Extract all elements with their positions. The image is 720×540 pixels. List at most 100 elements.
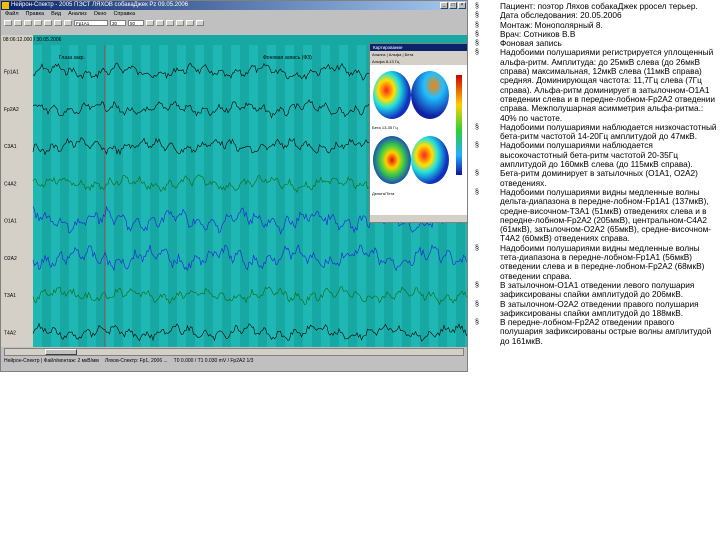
grid-band bbox=[303, 45, 312, 347]
finding-text: Бета-ритм доминирует в затылочных (О1А1,… bbox=[500, 168, 698, 188]
head-map-right-top bbox=[411, 71, 449, 119]
spectrum-button[interactable] bbox=[176, 20, 184, 26]
menu-item[interactable]: Правка bbox=[26, 10, 45, 18]
finding-item: § Надобоими полушариями наблюдается высок… bbox=[475, 141, 718, 169]
channel-label-column bbox=[1, 35, 33, 347]
channel-label[interactable]: O2A2 bbox=[4, 256, 17, 262]
menu-item[interactable]: Анализ bbox=[68, 10, 87, 18]
mapping-window-title: Картирование bbox=[370, 44, 467, 51]
brain-mapping-window[interactable]: Картирование Анализ | Альфа | Бета Альфа… bbox=[369, 43, 467, 223]
channel-label[interactable]: T3A1 bbox=[4, 293, 16, 299]
finding-text: Надобоими полушариями видны медленные во… bbox=[500, 242, 705, 281]
map-button[interactable] bbox=[166, 20, 174, 26]
finding-item: § Бета-ритм доминирует в затылочных (О1А1… bbox=[475, 168, 718, 188]
grid-band bbox=[231, 45, 240, 347]
menu-item[interactable]: Вид bbox=[51, 10, 61, 18]
head-map-right-bottom bbox=[411, 136, 449, 184]
bullet-icon: § bbox=[475, 123, 479, 131]
filter-button[interactable] bbox=[146, 20, 154, 26]
menu-item[interactable]: Файл bbox=[5, 10, 19, 18]
grid-band bbox=[249, 45, 258, 347]
channel-label[interactable]: C4A2 bbox=[4, 181, 17, 187]
finding-item: § Надобоими полушариями видны медленные в… bbox=[475, 187, 718, 244]
finding-item: § В затылочном-О1А1 отведении левого полу… bbox=[475, 279, 718, 300]
grid-band bbox=[69, 45, 78, 347]
grid-band bbox=[339, 45, 348, 347]
maximize-icon[interactable]: □ bbox=[449, 2, 457, 9]
grid-band bbox=[141, 45, 150, 347]
report-button[interactable] bbox=[186, 20, 194, 26]
finding-item: § Надобоими полушариями наблюдается низко… bbox=[475, 121, 718, 142]
channel-label[interactable]: Fp2A2 bbox=[4, 107, 19, 113]
print-button[interactable] bbox=[24, 20, 32, 26]
minimize-icon[interactable]: _ bbox=[440, 2, 448, 9]
status-area: Нейрон-Спектр | Файл/монтаж: 2 мкВ/мм Ля… bbox=[1, 347, 467, 371]
open-file-button[interactable] bbox=[4, 20, 12, 26]
annotation-eyes-closed: Глаза закр. bbox=[59, 55, 85, 61]
window-controls: _ □ × bbox=[440, 2, 466, 9]
grid-band bbox=[267, 45, 276, 347]
save-button[interactable] bbox=[14, 20, 22, 26]
menu-item[interactable]: Окно bbox=[94, 10, 107, 18]
finding-text: В затылочном-О1А1 отведении левого полуш… bbox=[500, 279, 695, 300]
amplitude-select[interactable]: 50 bbox=[128, 20, 144, 26]
bullet-icon: § bbox=[475, 244, 479, 252]
finding-item: § Надобоими полушариями регистрируется уп… bbox=[475, 47, 718, 123]
grid-band bbox=[87, 45, 96, 347]
channel-label[interactable]: O1A1 bbox=[4, 219, 17, 225]
zoom-out-button[interactable] bbox=[64, 20, 72, 26]
speed-select[interactable]: 30 bbox=[110, 20, 126, 26]
findings-list: § Пациент: поэтор Ляхов собакаДжек рросел… bbox=[468, 1, 718, 346]
app-icon bbox=[2, 2, 9, 9]
finding-text: Надобоими полушариями наблюдается низкоч… bbox=[500, 121, 717, 142]
findings-panel: § Пациент: поэтор Ляхов собакаДжек рросел… bbox=[468, 0, 720, 540]
menu-item[interactable]: Справка bbox=[113, 10, 135, 18]
bullet-icon: § bbox=[475, 170, 479, 178]
mapping-toolbar[interactable]: Анализ | Альфа | Бета bbox=[370, 51, 467, 59]
grid-band bbox=[33, 45, 42, 347]
status-mid: Ляхов-Спектр: Fp1, 2006 ... bbox=[104, 358, 168, 364]
bullet-icon: § bbox=[475, 40, 479, 48]
grid-band bbox=[123, 45, 132, 347]
color-scale-bar bbox=[456, 75, 462, 175]
finding-item: § Надобоими полушариями видны медленные в… bbox=[475, 242, 718, 281]
finding-text: В затылочном-О2А2 отведении правого полу… bbox=[500, 298, 699, 318]
toolbar: Fp1A1 30 50 bbox=[1, 18, 467, 34]
annotation-background-record: Фоновая запись (ФЗ) bbox=[263, 55, 312, 61]
channel-label[interactable]: C3A1 bbox=[4, 144, 17, 150]
bullet-icon: § bbox=[475, 30, 479, 38]
channel-label[interactable]: Fp1A1 bbox=[4, 70, 19, 76]
bullet-icon: § bbox=[475, 300, 479, 308]
montage-select[interactable]: Fp1A1 bbox=[74, 20, 108, 26]
menu-bar: Файл Правка Вид Анализ Окно Справка bbox=[1, 10, 467, 18]
bullet-icon: § bbox=[475, 21, 479, 29]
channel-label[interactable]: T4A2 bbox=[4, 330, 16, 336]
stop-button[interactable] bbox=[44, 20, 52, 26]
grid-band bbox=[195, 45, 204, 347]
status-left: Нейрон-Спектр | Файл/монтаж: 2 мкВ/мм bbox=[4, 358, 99, 364]
zoom-in-button[interactable] bbox=[54, 20, 62, 26]
map-label-delta: Дельта/Тета bbox=[372, 191, 395, 196]
settings-button[interactable] bbox=[196, 20, 204, 26]
grid-band bbox=[177, 45, 186, 347]
head-map-left-top bbox=[373, 71, 411, 119]
eeg-timestamp: 08:06:12.000 / 30.05.2006 bbox=[3, 37, 62, 43]
finding-item: § В затылочном-О2А2 отведении правого пол… bbox=[475, 298, 718, 319]
bullet-icon: § bbox=[475, 188, 479, 196]
scroll-thumb[interactable] bbox=[45, 349, 77, 355]
play-button[interactable] bbox=[34, 20, 42, 26]
window-title: Нейрон-Спектр - 2005 ПЭСТ ЛЯХОВ собакаДж… bbox=[11, 2, 189, 8]
finding-text: Надобоими полушариями регистрируется упл… bbox=[500, 47, 716, 123]
finding-item: § В передне-лобном-Fp2A2 отведении правог… bbox=[475, 318, 718, 346]
bullet-icon: § bbox=[475, 319, 479, 327]
grid-band bbox=[159, 45, 168, 347]
close-icon[interactable]: × bbox=[458, 2, 466, 9]
topographic-maps: Бета 13-35 Гц Дельта/Тета bbox=[370, 65, 467, 215]
bullet-icon: § bbox=[475, 142, 479, 150]
time-scrollbar[interactable] bbox=[4, 348, 464, 356]
status-right: Т0 0.000 / Т1 0.030 mV / Fp2A2 1/3 bbox=[173, 358, 254, 364]
marker-button[interactable] bbox=[156, 20, 164, 26]
bullet-icon: § bbox=[475, 3, 479, 10]
grid-band bbox=[321, 45, 330, 347]
eeg-application-window: Нейрон-Спектр - 2005 ПЭСТ ЛЯХОВ собакаДж… bbox=[0, 0, 468, 372]
